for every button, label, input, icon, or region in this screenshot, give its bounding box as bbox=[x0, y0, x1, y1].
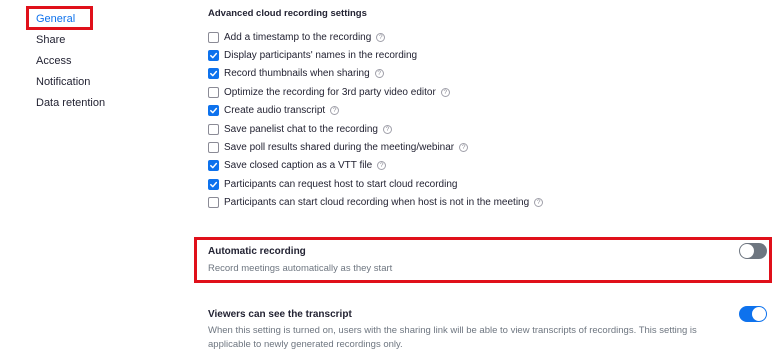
viewers-transcript-title: Viewers can see the transcript bbox=[208, 309, 352, 320]
toggle-knob bbox=[752, 307, 766, 321]
checkmark-icon bbox=[210, 163, 218, 169]
advanced-option-row[interactable]: Save closed caption as a VTT file? bbox=[208, 159, 387, 173]
question-mark-circle-icon[interactable]: ? bbox=[376, 32, 386, 42]
checkmark-icon bbox=[210, 71, 218, 77]
advanced-option-label: Save poll results shared during the meet… bbox=[224, 141, 455, 153]
advanced-option-label: Save panelist chat to the recording bbox=[224, 123, 378, 135]
automatic-recording-title: Automatic recording bbox=[208, 246, 306, 257]
question-mark-circle-icon[interactable]: ? bbox=[382, 124, 392, 134]
checkmark-icon bbox=[210, 52, 218, 59]
advanced-option-label: Optimize the recording for 3rd party vid… bbox=[224, 86, 436, 98]
checkmark-icon bbox=[210, 181, 218, 188]
advanced-option-label: Participants can request host to start c… bbox=[224, 178, 458, 190]
sidebar-item-share[interactable]: Share bbox=[36, 34, 65, 46]
advanced-option-label: Save closed caption as a VTT file bbox=[224, 160, 373, 172]
advanced-option-label: Display participants' names in the recor… bbox=[224, 49, 418, 61]
viewers-transcript-description: When this setting is turned on, users wi… bbox=[208, 325, 697, 350]
advanced-option-row[interactable]: Add a timestamp to the recording? bbox=[208, 30, 386, 44]
checkbox-checked[interactable] bbox=[208, 105, 219, 117]
settings-sidebar: General Share Access Notification Data r… bbox=[0, 0, 180, 359]
checkbox-unchecked[interactable] bbox=[208, 197, 219, 209]
advanced-option-row[interactable]: Participants can start cloud recording w… bbox=[208, 196, 544, 210]
question-mark-circle-icon[interactable]: ? bbox=[330, 106, 340, 116]
automatic-recording-toggle[interactable] bbox=[739, 243, 767, 259]
advanced-option-row[interactable]: Record thumbnails when sharing? bbox=[208, 67, 384, 81]
advanced-option-row[interactable]: Display participants' names in the recor… bbox=[208, 48, 417, 62]
question-mark-circle-icon[interactable]: ? bbox=[374, 69, 384, 79]
checkbox-checked[interactable] bbox=[208, 49, 219, 61]
advanced-option-label: Participants can start cloud recording w… bbox=[224, 197, 530, 209]
checkbox-unchecked[interactable] bbox=[208, 123, 219, 135]
checkbox-checked[interactable] bbox=[208, 160, 219, 172]
sidebar-item-data-retention[interactable]: Data retention bbox=[36, 97, 105, 109]
question-mark-circle-icon[interactable]: ? bbox=[534, 198, 544, 208]
advanced-option-row[interactable]: Optimize the recording for 3rd party vid… bbox=[208, 85, 450, 99]
checkmark-icon bbox=[210, 107, 218, 114]
advanced-option-row[interactable]: Participants can request host to start c… bbox=[208, 177, 457, 191]
checkbox-unchecked[interactable] bbox=[208, 141, 219, 153]
question-mark-circle-icon[interactable]: ? bbox=[459, 142, 469, 152]
highlight-box-automatic-recording bbox=[194, 237, 772, 283]
settings-main: Advanced cloud recording settings Add a … bbox=[194, 0, 778, 359]
checkbox-unchecked[interactable] bbox=[208, 86, 219, 98]
question-mark-circle-icon[interactable]: ? bbox=[440, 87, 450, 97]
advanced-option-label: Create audio transcript bbox=[224, 105, 326, 117]
sidebar-item-general[interactable]: General bbox=[36, 13, 75, 25]
advanced-option-label: Add a timestamp to the recording bbox=[224, 31, 372, 43]
question-mark-circle-icon[interactable]: ? bbox=[377, 161, 387, 171]
checkbox-checked[interactable] bbox=[208, 68, 219, 80]
checkbox-checked[interactable] bbox=[208, 178, 219, 190]
checkbox-unchecked[interactable] bbox=[208, 31, 219, 43]
sidebar-item-notification[interactable]: Notification bbox=[36, 76, 90, 88]
advanced-settings-title: Advanced cloud recording settings bbox=[208, 8, 367, 19]
advanced-option-row[interactable]: Save panelist chat to the recording? bbox=[208, 122, 392, 136]
sidebar-item-access[interactable]: Access bbox=[36, 55, 71, 67]
advanced-option-row[interactable]: Create audio transcript? bbox=[208, 104, 340, 118]
advanced-option-label: Record thumbnails when sharing bbox=[224, 68, 370, 80]
viewers-transcript-toggle[interactable] bbox=[739, 306, 767, 322]
advanced-option-row[interactable]: Save poll results shared during the meet… bbox=[208, 140, 469, 154]
toggle-knob bbox=[740, 244, 754, 258]
automatic-recording-description: Record meetings automatically as they st… bbox=[208, 263, 393, 274]
